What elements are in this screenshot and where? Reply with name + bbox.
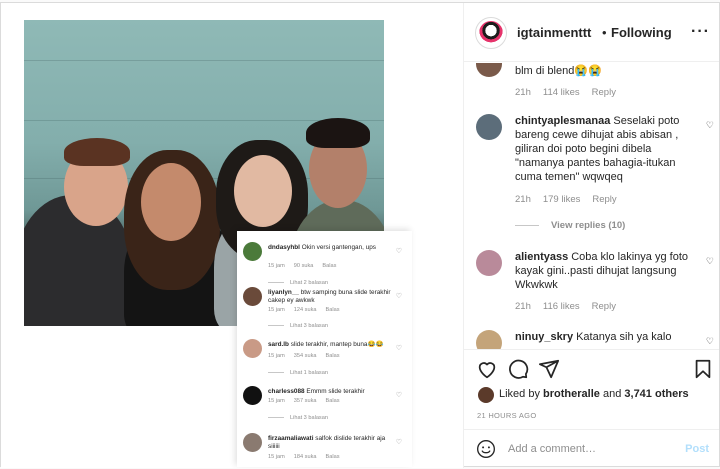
app-frame: dndasyhbl Okin versi gantengan, ups ♡ 15… [0, 0, 720, 469]
screenshot-username: firzaamaliawati [268, 435, 314, 442]
screenshot-text: Okin versi gantengan, ups [301, 244, 376, 251]
comment-likes[interactable]: 179 likes [543, 194, 581, 205]
bookmark-icon[interactable] [692, 358, 714, 380]
header-username[interactable]: igtainmenttt [517, 25, 591, 40]
screenshot-time: 15 jam [268, 263, 285, 269]
liked-by-user[interactable]: brotheralle [543, 388, 600, 400]
add-comment-row: Post [464, 429, 719, 469]
heart-icon[interactable]: ♡ [706, 256, 714, 267]
view-replies-button[interactable]: View replies (10) [515, 220, 625, 231]
screenshot-likes: 184 suka [293, 454, 317, 460]
screenshot-reply: Balas [325, 398, 340, 404]
screenshot-view-replies: Lihat 3 balasan [268, 323, 328, 329]
comment-time: 21h [515, 194, 531, 205]
avatar [243, 242, 262, 261]
post-timestamp[interactable]: 21 HOURS AGO [477, 411, 536, 420]
liked-by-prefix: Liked by [499, 388, 540, 400]
likes-count[interactable]: 3,741 others [624, 388, 688, 400]
add-comment-input[interactable] [508, 440, 668, 458]
comment-username[interactable]: alientyass [515, 251, 568, 263]
screenshot-likes: 90 suka [293, 263, 314, 269]
screenshot-username: charless088 [268, 388, 305, 395]
avatar[interactable] [478, 387, 494, 403]
comment-icon[interactable] [507, 358, 529, 380]
screenshot-view-replies: Lihat 1 balasan [268, 370, 328, 376]
person-4-hair [306, 118, 370, 148]
reply-button[interactable]: Reply [592, 301, 616, 312]
avatar [243, 287, 262, 306]
comment-username[interactable]: chintyaplesmanaa [515, 115, 610, 127]
comments-list[interactable]: blm di blend😭😭 ♡ 21h 114 likes Reply chint… [464, 63, 719, 349]
post-actions: Liked by brotheralle and 3,741 others 21… [464, 349, 719, 468]
screenshot-view-replies: Lihat 2 balasan [268, 280, 328, 286]
person-1-hair [64, 138, 130, 166]
screenshot-reply: Balas [325, 353, 340, 359]
screenshot-username: sard.lb [268, 341, 289, 348]
person-2-face [141, 163, 201, 241]
screenshot-reply: Balas [325, 454, 340, 460]
heart-icon: ♡ [395, 345, 402, 352]
paper-plane-icon[interactable] [538, 358, 560, 380]
avatar[interactable] [475, 17, 507, 49]
reply-button[interactable]: Reply [592, 194, 616, 205]
wall-seam [24, 60, 384, 61]
screenshot-username: dndasyhbl [268, 244, 300, 251]
heart-icon: ♡ [395, 248, 402, 255]
screenshot-likes: 354 suka [293, 353, 317, 359]
screenshot-likes: 357 suka [293, 398, 317, 404]
screenshot-text: Emmm slide terakhir [306, 388, 365, 395]
screenshot-time: 15 jam [268, 353, 285, 359]
comment-text: blm di blend😭😭 [515, 65, 602, 77]
heart-icon: ♡ [395, 392, 402, 399]
comment-time: 21h [515, 87, 531, 98]
avatar [243, 339, 262, 358]
avatar [243, 433, 262, 452]
comment-likes[interactable]: 114 likes [543, 87, 580, 98]
separator-dot: • [602, 25, 607, 40]
screenshot-text: slide terakhir, mantep buna😂😂 [290, 341, 384, 348]
person-3-face [234, 155, 292, 227]
following-button[interactable]: Following [611, 25, 672, 40]
reply-button[interactable]: Reply [592, 87, 616, 98]
liked-by-and: and [602, 388, 622, 400]
comment-likes[interactable]: 116 likes [543, 301, 580, 312]
comment-username[interactable]: ninuy_skry [515, 331, 573, 343]
comment-time: 21h [515, 301, 531, 312]
screenshot-time: 15 jam [268, 307, 285, 313]
comment-text: Katanya sih ya kalo [576, 331, 672, 343]
avatar[interactable] [476, 63, 502, 77]
liked-by-text: Liked by brotheralle and 3,741 others [499, 388, 689, 400]
post-side-panel: igtainmenttt • Following ··· blm di blen… [464, 3, 719, 468]
post-header: igtainmenttt • Following ··· [464, 3, 719, 62]
heart-icon: ♡ [395, 439, 402, 446]
smile-icon[interactable] [476, 439, 496, 459]
account-logo [479, 21, 503, 45]
post-dialog: dndasyhbl Okin versi gantengan, ups ♡ 15… [0, 2, 720, 468]
post-comment-button[interactable]: Post [685, 443, 709, 455]
screenshot-time: 15 jam [268, 454, 285, 460]
screenshot-view-replies: Lihat 3 balasan [268, 415, 328, 421]
avatar[interactable] [476, 330, 502, 349]
avatar [243, 386, 262, 405]
post-media[interactable]: dndasyhbl Okin versi gantengan, ups ♡ 15… [1, 3, 464, 468]
screenshot-reply: Balas [325, 307, 340, 313]
more-horizontal-icon[interactable]: ··· [691, 23, 710, 41]
heart-icon: ♡ [395, 293, 402, 300]
heart-icon[interactable] [476, 358, 498, 380]
heart-icon[interactable]: ♡ [706, 120, 714, 131]
heart-icon[interactable]: ♡ [706, 336, 714, 347]
screenshot-likes: 124 suka [293, 307, 317, 313]
screenshot-username: liyanlyn__ [268, 289, 299, 296]
screenshot-time: 15 jam [268, 398, 285, 404]
comments-screenshot: dndasyhbl Okin versi gantengan, ups ♡ 15… [237, 231, 412, 467]
avatar[interactable] [476, 114, 502, 140]
screenshot-reply: Balas [322, 263, 337, 269]
avatar[interactable] [476, 250, 502, 276]
